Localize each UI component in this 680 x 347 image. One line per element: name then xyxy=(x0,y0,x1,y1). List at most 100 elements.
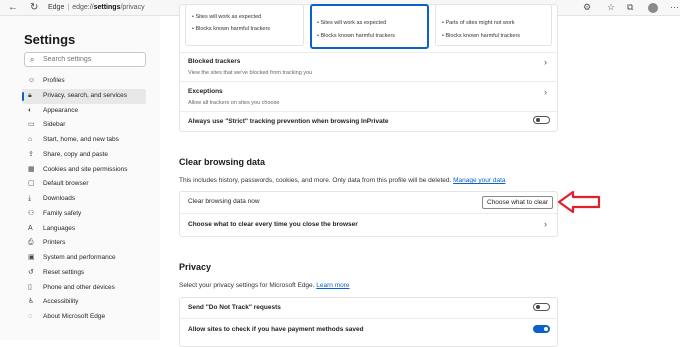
sidebar-item-family[interactable]: ⚇ Family safety xyxy=(22,207,146,222)
manage-data-link[interactable]: Manage your data xyxy=(453,177,505,184)
share-icon: ⇪ xyxy=(28,150,34,158)
appearance-icon: ◐ xyxy=(28,106,33,114)
sidebar-item-profiles[interactable]: ☺ Profiles xyxy=(22,74,146,89)
sidebar-item-accessibility[interactable]: ♿︎ Accessibility xyxy=(22,295,146,310)
strict-inprivate-label: Always use "Strict" tracking prevention … xyxy=(188,118,389,125)
back-arrow-icon[interactable]: ← xyxy=(8,1,18,14)
download-icon: ⤓ xyxy=(28,195,32,202)
phone-icon: ▯ xyxy=(28,283,32,291)
search-icon: ⌕ xyxy=(30,55,35,64)
sidebar-item-appearance[interactable]: ◐ Appearance xyxy=(22,104,146,119)
tracking-strict-line2: • Blocks known harmful trackers xyxy=(442,33,521,39)
sidebar-item-languages[interactable]: A Languages xyxy=(22,222,146,237)
sidebar-item-phone[interactable]: ▯ Phone and other devices xyxy=(22,281,146,296)
sidebar-item-label: Downloads xyxy=(43,195,76,202)
settings-nav: ☺ Profiles 🔒︎ Privacy, search, and service… xyxy=(22,74,146,325)
profile-icon: ☺ xyxy=(28,77,36,84)
do-not-track-toggle[interactable] xyxy=(533,303,550,311)
search-settings-box[interactable]: ⌕ xyxy=(24,52,146,67)
clear-browsing-description: This includes history, passwords, cookie… xyxy=(179,177,506,184)
sidebar-item-label: Privacy, search, and services xyxy=(43,91,128,99)
tracking-basic-line2: • Blocks known harmful trackers xyxy=(192,26,271,32)
sidebar-item-share[interactable]: ⇪ Share, copy and paste xyxy=(22,148,146,163)
chevron-right-icon: › xyxy=(544,219,547,229)
collections-icon[interactable]: ⧉ xyxy=(627,1,633,14)
system-icon: ▣ xyxy=(28,254,35,261)
sidebar-item-printers[interactable]: ⎙ Printers xyxy=(22,236,146,251)
clear-now-label: Clear browsing data now xyxy=(188,198,260,205)
clear-description-text: This includes history, passwords, cookie… xyxy=(179,177,452,184)
divider xyxy=(180,213,557,214)
payment-methods-toggle[interactable] xyxy=(533,325,550,333)
privacy-heading: Privacy xyxy=(179,262,212,272)
sidebar-item-downloads[interactable]: ⤓ Downloads xyxy=(22,192,146,207)
sidebar-item-label: Profiles xyxy=(43,77,65,84)
more-menu-icon[interactable]: ⋯ xyxy=(670,1,679,14)
sidebar-item-label: Accessibility xyxy=(43,298,79,306)
sidebar-item-reset[interactable]: ↺ Reset settings xyxy=(22,266,146,281)
url-prefix: edge:// xyxy=(72,4,94,11)
sidebar-item-cookies[interactable]: ▦ Cookies and site permissions xyxy=(22,163,146,178)
accessibility-icon: ♿︎ xyxy=(28,298,35,306)
site-permissions-icon[interactable]: ⚙ xyxy=(583,1,591,14)
blocked-trackers-subtitle: View the sites that we've blocked from t… xyxy=(188,70,313,76)
clear-browsing-heading: Clear browsing data xyxy=(179,157,266,167)
sidebar-item-sidebar[interactable]: ▭ Sidebar xyxy=(22,118,146,133)
sidebar-item-default-browser[interactable]: ▢ Default browser xyxy=(22,177,146,192)
chevron-right-icon: › xyxy=(544,87,547,97)
payment-methods-label: Allow sites to check if you have payment… xyxy=(188,326,364,333)
home-icon: ⌂ xyxy=(28,136,33,143)
tracking-balanced-line1: • Sites will work as expected xyxy=(317,20,387,26)
sidebar-item-label: Cookies and site permissions xyxy=(43,165,128,173)
toggle-knob xyxy=(536,118,540,122)
browser-icon: ▢ xyxy=(28,180,35,188)
sidebar-item-label: About Microsoft Edge xyxy=(43,313,106,320)
sidebar-item-system[interactable]: ▣ System and performance xyxy=(22,251,146,266)
sidebar-item-about[interactable]: ◌ About Microsoft Edge xyxy=(22,310,146,325)
blocked-trackers-title: Blocked trackers xyxy=(188,58,241,65)
address-bar[interactable]: Edge | edge://settings/privacy xyxy=(48,1,145,14)
cookie-icon: ▦ xyxy=(28,165,35,173)
sidebar-item-label: Printers xyxy=(43,239,66,247)
sidebar-item-start-home[interactable]: ⌂ Start, home, and new tabs xyxy=(22,133,146,148)
chevron-right-icon: › xyxy=(544,57,547,67)
sidebar-item-label: Default browser xyxy=(43,180,89,188)
sidebar-icon: ▭ xyxy=(28,121,35,129)
url-suffix: /privacy xyxy=(120,4,145,11)
privacy-description: Select your privacy settings for Microso… xyxy=(179,282,350,289)
sidebar-item-label: Appearance xyxy=(43,106,79,114)
sidebar-item-privacy[interactable]: 🔒︎ Privacy, search, and services xyxy=(22,88,146,104)
refresh-icon[interactable]: ↻ xyxy=(30,1,38,14)
toggle-knob xyxy=(536,305,540,309)
url-bold: settings xyxy=(93,4,121,11)
family-icon: ⚇ xyxy=(28,209,35,217)
divider xyxy=(180,111,557,112)
sidebar-item-label: System and performance xyxy=(43,254,116,261)
favorites-star-icon[interactable]: ☆ xyxy=(607,1,615,14)
sidebar-item-label: Languages xyxy=(43,224,76,232)
toggle-knob xyxy=(544,327,548,331)
red-arrow-annotation xyxy=(557,190,601,214)
divider xyxy=(180,81,557,82)
privacy-description-text: Select your privacy settings for Microso… xyxy=(179,282,315,289)
divider xyxy=(180,318,557,319)
tracking-level-basic[interactable] xyxy=(185,4,304,46)
choose-what-to-clear-button[interactable]: Choose what to clear xyxy=(482,196,554,209)
sidebar-item-label: Share, copy and paste xyxy=(43,150,109,158)
tracking-strict-line1: • Parts of sites might not work xyxy=(442,20,515,26)
search-settings-input[interactable] xyxy=(43,54,143,65)
learn-more-link[interactable]: Learn more xyxy=(316,282,349,289)
printer-icon: ⎙ xyxy=(28,239,34,247)
lock-icon: 🔒︎ xyxy=(28,91,32,99)
sidebar-item-label: Sidebar xyxy=(43,121,66,129)
do-not-track-label: Send "Do Not Track" requests xyxy=(188,304,281,311)
strict-inprivate-toggle[interactable] xyxy=(533,116,550,124)
settings-title: Settings xyxy=(24,32,76,47)
tracking-basic-line1: • Sites will work as expected xyxy=(192,14,262,20)
sidebar-item-label: Family safety xyxy=(43,209,82,217)
edge-icon: ◌ xyxy=(28,313,33,320)
edge-brand-label: Edge xyxy=(48,4,65,11)
sidebar-item-label: Reset settings xyxy=(43,268,85,276)
profile-avatar[interactable] xyxy=(648,3,658,13)
exceptions-title: Exceptions xyxy=(188,88,223,95)
